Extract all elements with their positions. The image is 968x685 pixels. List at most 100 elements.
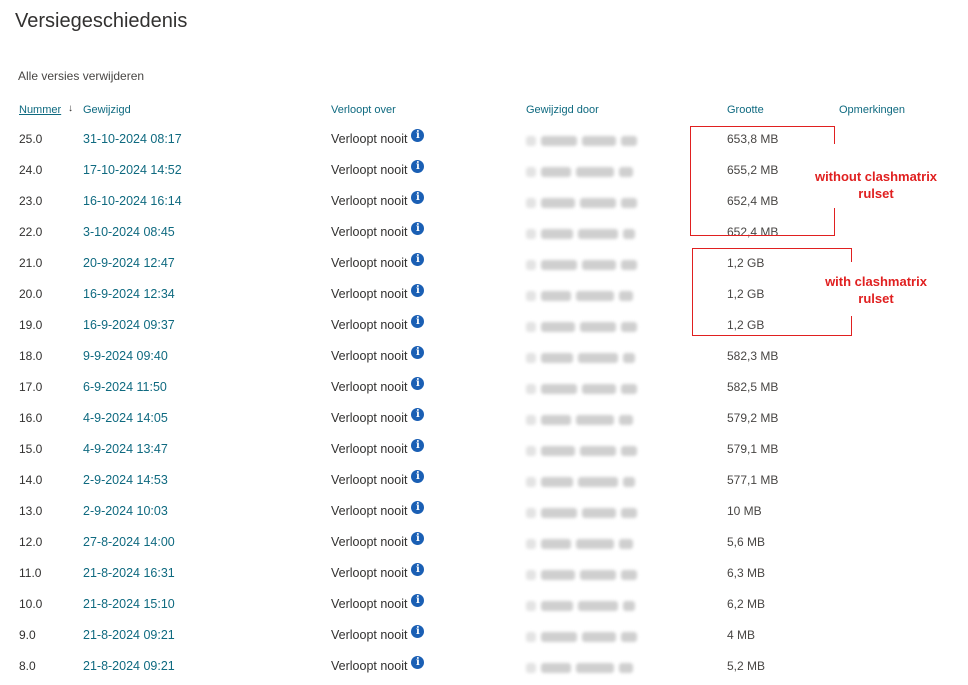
version-size: 6,2 MB <box>727 597 766 611</box>
version-modified-link[interactable]: 21-8-2024 16:31 <box>83 566 175 580</box>
version-size: 579,1 MB <box>727 442 779 456</box>
version-modified-link[interactable]: 21-8-2024 09:21 <box>83 659 175 673</box>
version-modified-link[interactable]: 9-9-2024 09:40 <box>83 349 168 363</box>
version-modified-link[interactable]: 16-9-2024 09:37 <box>83 318 175 332</box>
version-expires: Verloopt nooit i <box>331 129 425 147</box>
info-icon[interactable]: i <box>411 563 425 576</box>
redacted-text <box>580 321 616 332</box>
table-row[interactable]: 14.0 2-9-2024 14:53 Verloopt nooit i 577,1 M… <box>0 465 968 496</box>
version-modified-link[interactable]: 4-9-2024 14:05 <box>83 411 168 425</box>
modified-by-redacted <box>526 319 642 333</box>
column-header-expires[interactable]: Verloopt over <box>331 104 396 116</box>
table-row[interactable]: 8.0 21-8-2024 09:21 Verloopt nooit i 5,2 MB <box>0 651 968 682</box>
info-icon[interactable]: i <box>411 532 425 545</box>
redacted-text <box>619 662 633 673</box>
info-icon[interactable]: i <box>411 594 425 607</box>
redacted-text <box>526 507 536 518</box>
redacted-text <box>576 414 614 425</box>
column-header-size[interactable]: Grootte <box>727 104 764 116</box>
info-icon[interactable]: i <box>411 377 425 390</box>
table-row[interactable]: 9.0 21-8-2024 09:21 Verloopt nooit i 4 MB <box>0 620 968 651</box>
table-row[interactable]: 12.0 27-8-2024 14:00 Verloopt nooit i 5,6 MB <box>0 527 968 558</box>
modified-by-redacted <box>526 164 638 178</box>
expires-label: Verloopt nooit <box>331 442 408 456</box>
version-size: 5,6 MB <box>727 535 766 549</box>
info-icon[interactable]: i <box>411 160 425 173</box>
table-row[interactable]: 18.0 9-9-2024 09:40 Verloopt nooit i 582,3 M… <box>0 341 968 372</box>
version-modified-link[interactable]: 3-10-2024 08:45 <box>83 225 175 239</box>
table-row[interactable]: 11.0 21-8-2024 16:31 Verloopt nooit i 6,3 MB <box>0 558 968 589</box>
modified-by-redacted <box>526 474 640 488</box>
redacted-text <box>541 600 573 611</box>
info-icon[interactable]: i <box>411 625 425 638</box>
info-icon[interactable]: i <box>411 315 425 328</box>
expires-label: Verloopt nooit <box>331 566 408 580</box>
delete-all-versions-button[interactable]: Alle versies verwijderen <box>18 69 144 83</box>
modified-by-redacted <box>526 195 642 209</box>
version-modified-link[interactable]: 21-8-2024 15:10 <box>83 597 175 611</box>
info-icon[interactable]: i <box>411 222 425 235</box>
redacted-text <box>541 352 573 363</box>
expires-label: Verloopt nooit <box>331 535 408 549</box>
modified-by-redacted <box>526 381 642 395</box>
table-row[interactable]: 13.0 2-9-2024 10:03 Verloopt nooit i 10 MB <box>0 496 968 527</box>
redacted-text <box>621 135 637 146</box>
info-icon[interactable]: i <box>411 129 425 142</box>
redacted-text <box>623 600 635 611</box>
expires-label: Verloopt nooit <box>331 597 408 611</box>
redacted-text <box>619 166 633 177</box>
version-modified-link[interactable]: 6-9-2024 11:50 <box>83 380 167 394</box>
version-modified-link[interactable]: 2-9-2024 14:53 <box>83 473 168 487</box>
info-icon[interactable]: i <box>411 191 425 204</box>
version-modified-link[interactable]: 27-8-2024 14:00 <box>83 535 175 549</box>
redacted-text <box>582 507 616 518</box>
expires-label: Verloopt nooit <box>331 628 408 642</box>
info-icon[interactable]: i <box>411 501 425 514</box>
version-modified-link[interactable]: 4-9-2024 13:47 <box>83 442 168 456</box>
column-header-modified-by[interactable]: Gewijzigd door <box>526 104 599 116</box>
version-number: 13.0 <box>19 504 43 518</box>
redacted-text <box>623 228 635 239</box>
modified-by-redacted <box>526 133 642 147</box>
version-number: 21.0 <box>19 256 43 270</box>
redacted-text <box>580 569 616 580</box>
version-modified-link[interactable]: 20-9-2024 12:47 <box>83 256 175 270</box>
info-icon[interactable]: i <box>411 656 425 669</box>
version-number: 14.0 <box>19 473 43 487</box>
info-icon[interactable]: i <box>411 284 425 297</box>
column-header-comments[interactable]: Opmerkingen <box>839 104 905 116</box>
redacted-text <box>580 445 616 456</box>
version-number: 9.0 <box>19 628 36 642</box>
version-number: 23.0 <box>19 194 43 208</box>
column-header-number[interactable]: Nummer <box>19 104 61 116</box>
modified-by-redacted <box>526 443 642 457</box>
expires-label: Verloopt nooit <box>331 349 408 363</box>
version-modified-link[interactable]: 16-9-2024 12:34 <box>83 287 175 301</box>
table-row[interactable]: 15.0 4-9-2024 13:47 Verloopt nooit i 579,1 M… <box>0 434 968 465</box>
version-number: 15.0 <box>19 442 43 456</box>
info-icon[interactable]: i <box>411 346 425 359</box>
version-modified-link[interactable]: 17-10-2024 14:52 <box>83 163 182 177</box>
info-icon[interactable]: i <box>411 439 425 452</box>
redacted-text <box>526 600 536 611</box>
version-modified-link[interactable]: 31-10-2024 08:17 <box>83 132 182 146</box>
version-modified-link[interactable]: 16-10-2024 16:14 <box>83 194 182 208</box>
table-row[interactable]: 16.0 4-9-2024 14:05 Verloopt nooit i 579,2 M… <box>0 403 968 434</box>
column-header-modified[interactable]: Gewijzigd <box>83 104 131 116</box>
info-icon[interactable]: i <box>411 253 425 266</box>
version-size: 6,3 MB <box>727 566 766 580</box>
redacted-text <box>578 228 618 239</box>
version-modified-link[interactable]: 21-8-2024 09:21 <box>83 628 175 642</box>
table-row[interactable]: 10.0 21-8-2024 15:10 Verloopt nooit i 6,2 MB <box>0 589 968 620</box>
version-number: 20.0 <box>19 287 43 301</box>
version-number: 16.0 <box>19 411 43 425</box>
expires-label: Verloopt nooit <box>331 163 408 177</box>
info-icon[interactable]: i <box>411 470 425 483</box>
info-icon[interactable]: i <box>411 408 425 421</box>
redacted-text <box>578 352 618 363</box>
version-modified-link[interactable]: 2-9-2024 10:03 <box>83 504 168 518</box>
table-row[interactable]: 17.0 6-9-2024 11:50 Verloopt nooit i 582,5 M… <box>0 372 968 403</box>
redacted-text <box>578 476 618 487</box>
annotation-label-with-ruleset: with clashmatrix rulset <box>825 274 927 306</box>
expires-label: Verloopt nooit <box>331 411 408 425</box>
